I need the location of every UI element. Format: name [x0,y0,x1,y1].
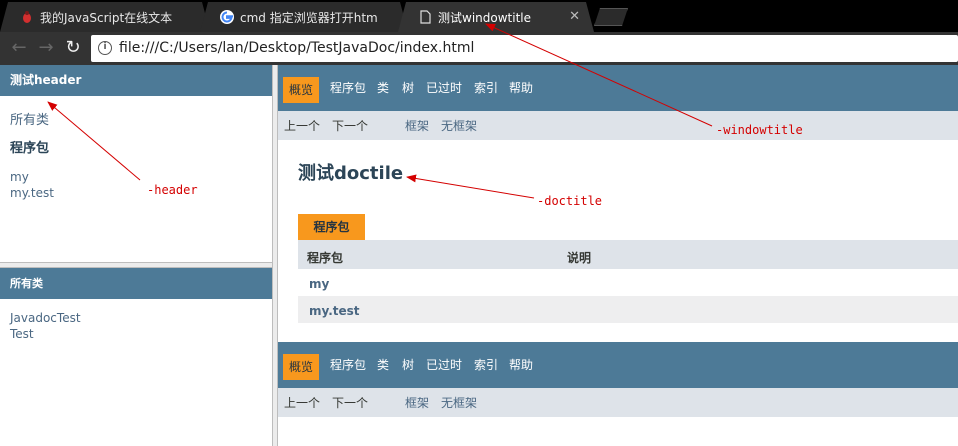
next-label: 下一个 [332,119,369,133]
reload-icon[interactable]: ↻ [63,38,83,58]
address-bar[interactable]: i file:///C:/Users/lan/Desktop/TestJavaD… [91,35,958,62]
tab-title: cmd 指定浏览器打开htm [240,10,378,25]
nav-deprecated[interactable]: 已过时 [426,79,462,96]
nav-class[interactable]: 类 [377,79,389,96]
page-icon [418,10,432,24]
browser-tab-2[interactable]: cmd 指定浏览器打开htm [200,2,408,32]
nav-index[interactable]: 索引 [474,356,498,373]
package-link-my-test[interactable]: my.test [10,186,54,200]
table-row: my [298,269,958,296]
left-header-bar: 测试header [0,65,272,96]
tab-title: 我的JavaScript在线文本 [40,10,173,25]
table-header: 程序包 说明 [298,240,958,269]
info-icon[interactable]: i [98,41,112,55]
back-icon[interactable]: ← [9,38,29,58]
no-frames-link[interactable]: 无框架 [441,117,477,134]
nav-deprecated[interactable]: 已过时 [426,356,462,373]
packages-caption: 程序包 [298,214,365,240]
all-classes-link[interactable]: 所有类 [10,109,49,128]
annotation-windowtitle: -windowtitle [716,123,803,137]
url-text: file:///C:/Users/lan/Desktop/TestJavaDoc… [119,40,475,56]
annotation-header: -header [147,183,198,197]
next-label: 下一个 [332,396,369,410]
nav-class[interactable]: 类 [377,356,389,373]
forward-icon[interactable]: → [36,38,56,58]
package-row-link-my[interactable]: my [309,277,329,291]
bottom-subnav: 上一个 下一个 框架 无框架 [278,388,958,417]
package-link-my[interactable]: my [10,170,29,184]
browser-tab-1[interactable]: 我的JavaScript在线文本 [0,2,210,32]
frames-link[interactable]: 框架 [405,394,429,411]
close-tab-icon[interactable]: ✕ [569,9,580,24]
nav-index[interactable]: 索引 [474,79,498,96]
column-package: 程序包 [307,251,344,265]
table-row: my.test [298,296,958,323]
frames-link[interactable]: 框架 [405,117,429,134]
tab-title: 测试windowtitle [438,10,531,25]
class-link-test[interactable]: Test [10,327,34,341]
all-classes-bar: 所有类 [0,268,272,299]
package-row-link-my-test[interactable]: my.test [309,304,360,318]
top-navbar: 概览 程序包 类 树 已过时 索引 帮助 [278,65,958,111]
top-subnav: 上一个 下一个 框架 无框架 [278,111,958,140]
red-bug-icon [20,10,34,24]
browser-toolbar: ← → ↻ i file:///C:/Users/lan/Desktop/Tes… [0,32,958,65]
class-link-javadoctest[interactable]: JavadocTest [10,311,81,325]
nav-help[interactable]: 帮助 [509,356,533,373]
nav-package[interactable]: 程序包 [330,79,366,96]
nav-tree[interactable]: 树 [402,79,414,96]
new-tab-button[interactable] [594,8,628,26]
packages-heading: 程序包 [10,141,50,156]
nav-help[interactable]: 帮助 [509,79,533,96]
arrow-doctitle [406,174,535,199]
nav-overview-selected: 概览 [283,77,319,103]
column-description: 说明 [567,251,592,265]
browser-tab-active[interactable]: 测试windowtitle ✕ [398,2,594,32]
bottom-navbar: 概览 程序包 类 树 已过时 索引 帮助 [278,342,958,388]
prev-label: 上一个 [284,119,321,133]
tab-strip: 我的JavaScript在线文本 cmd 指定浏览器打开htm 测试window… [0,0,958,32]
nav-package[interactable]: 程序包 [330,356,366,373]
packages-table: 程序包 说明 my my.test [298,240,958,323]
nav-tree[interactable]: 树 [402,356,414,373]
nav-overview-selected: 概览 [283,354,319,380]
doc-title: 测试doctile [298,163,404,184]
google-icon [220,10,234,24]
annotation-doctitle: -doctitle [537,194,603,208]
no-frames-link[interactable]: 无框架 [441,394,477,411]
prev-label: 上一个 [284,396,321,410]
